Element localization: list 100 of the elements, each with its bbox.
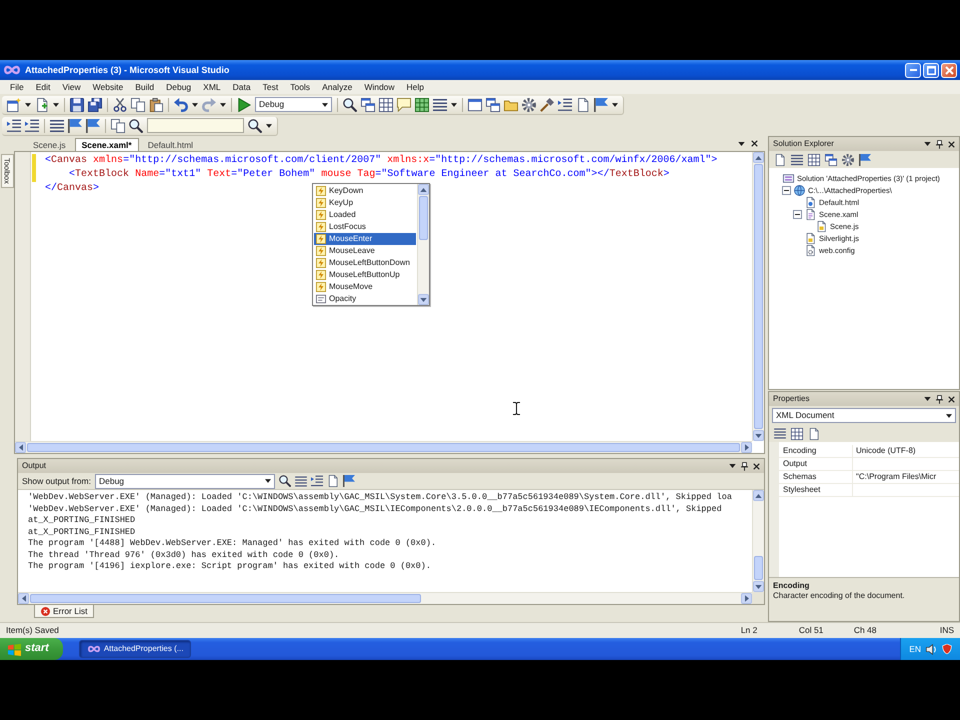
scroll-down-button[interactable] bbox=[418, 294, 429, 305]
indent-icon[interactable] bbox=[25, 118, 39, 132]
vertical-scrollbar[interactable] bbox=[752, 490, 764, 592]
page-icon[interactable] bbox=[808, 428, 820, 440]
scrollbar-thumb[interactable] bbox=[754, 556, 763, 580]
gear-icon[interactable] bbox=[522, 98, 536, 112]
floppy-disks-icon[interactable] bbox=[88, 98, 102, 112]
property-value[interactable]: "C:\Program Files\Micr bbox=[856, 472, 936, 481]
grid-icon[interactable] bbox=[791, 428, 803, 440]
scroll-up-button[interactable] bbox=[753, 152, 764, 163]
maximize-button[interactable] bbox=[923, 62, 939, 78]
pin-icon[interactable] bbox=[936, 394, 943, 404]
shield-icon[interactable] bbox=[942, 644, 952, 654]
menu-item[interactable]: Website bbox=[86, 82, 130, 92]
completion-item[interactable]: MouseEnter bbox=[314, 233, 416, 245]
list-icon[interactable] bbox=[774, 428, 786, 439]
pin-icon[interactable] bbox=[741, 462, 748, 470]
property-name[interactable]: Stylesheet bbox=[779, 484, 853, 496]
caret-icon[interactable] bbox=[738, 142, 745, 146]
property-name[interactable]: Encoding bbox=[779, 445, 853, 457]
bookmark-flag-icon[interactable] bbox=[594, 98, 608, 112]
menu-item[interactable]: File bbox=[4, 82, 30, 92]
editor-tab[interactable]: Scene.js bbox=[26, 138, 73, 151]
close-icon[interactable] bbox=[948, 396, 955, 402]
caret-icon[interactable] bbox=[612, 102, 618, 106]
caret-icon[interactable] bbox=[924, 397, 931, 401]
page-icon[interactable] bbox=[774, 154, 786, 166]
menu-item[interactable]: Window bbox=[358, 82, 401, 92]
undo-arrow-icon[interactable] bbox=[174, 98, 188, 112]
caret-icon[interactable] bbox=[25, 102, 31, 106]
menu-item[interactable]: View bbox=[56, 82, 87, 92]
scrollbar-thumb[interactable] bbox=[27, 443, 740, 452]
search-icon[interactable] bbox=[129, 118, 143, 132]
menu-item[interactable]: Help bbox=[400, 82, 430, 92]
copy-icon[interactable] bbox=[131, 98, 145, 112]
completion-item[interactable]: MouseLeave bbox=[314, 245, 416, 257]
minimize-button[interactable] bbox=[905, 62, 921, 78]
completion-item[interactable]: Loaded bbox=[314, 209, 416, 221]
bookmark-flag-icon[interactable] bbox=[342, 475, 355, 487]
editor-tab[interactable]: Default.html bbox=[140, 138, 200, 151]
caret-icon[interactable] bbox=[53, 102, 59, 106]
list-icon[interactable] bbox=[433, 98, 447, 112]
page-icon[interactable] bbox=[326, 475, 339, 487]
completion-item[interactable]: MouseLeftButtonDown bbox=[314, 257, 416, 269]
close-icon[interactable] bbox=[751, 140, 758, 147]
bookmark-flag-icon[interactable] bbox=[68, 118, 82, 132]
grid-icon[interactable] bbox=[379, 98, 393, 112]
speech-bubble-icon[interactable] bbox=[397, 98, 411, 112]
menu-item[interactable]: Data bbox=[226, 82, 257, 92]
caret-icon[interactable] bbox=[266, 124, 272, 128]
page-icon[interactable] bbox=[576, 98, 590, 112]
search-icon[interactable] bbox=[278, 475, 291, 487]
caret-icon[interactable] bbox=[729, 464, 736, 468]
scroll-left-button[interactable] bbox=[15, 442, 26, 453]
scroll-right-button[interactable] bbox=[741, 442, 752, 453]
menu-item[interactable]: Debug bbox=[160, 82, 198, 92]
scroll-down-button[interactable] bbox=[753, 430, 764, 441]
menu-item[interactable]: Analyze bbox=[316, 82, 358, 92]
vertical-scrollbar[interactable] bbox=[417, 184, 429, 305]
completion-item[interactable]: MouseLeftButtonUp bbox=[314, 269, 416, 281]
horizontal-scrollbar[interactable] bbox=[18, 592, 752, 604]
taskbar-button[interactable]: AttachedProperties (... bbox=[78, 640, 191, 658]
completion-item[interactable]: Opacity bbox=[314, 293, 416, 305]
grid-icon[interactable] bbox=[808, 154, 820, 166]
completion-item[interactable]: MouseMove bbox=[314, 281, 416, 293]
scrollbar-thumb[interactable] bbox=[419, 196, 428, 240]
pin-icon[interactable] bbox=[936, 140, 943, 148]
indent-icon[interactable] bbox=[310, 475, 323, 487]
windows-icon[interactable] bbox=[825, 154, 837, 166]
scrollbar-thumb[interactable] bbox=[30, 594, 420, 603]
window-icon[interactable] bbox=[468, 98, 482, 112]
collapse-icon[interactable] bbox=[782, 186, 791, 194]
indent-icon[interactable] bbox=[558, 98, 572, 112]
output-source-dropdown[interactable]: Debug bbox=[94, 474, 275, 488]
completion-item[interactable]: LostFocus bbox=[314, 221, 416, 233]
scissors-icon[interactable] bbox=[113, 98, 127, 112]
gear-icon[interactable] bbox=[842, 154, 854, 166]
menu-item[interactable]: Tools bbox=[284, 82, 316, 92]
object-dropdown[interactable]: XML Document bbox=[772, 408, 956, 423]
clipboard-icon[interactable] bbox=[149, 98, 163, 112]
search-icon[interactable] bbox=[248, 118, 262, 132]
search-icon[interactable] bbox=[343, 98, 357, 112]
list-icon[interactable] bbox=[294, 476, 307, 486]
menu-item[interactable]: Test bbox=[256, 82, 284, 92]
close-icon[interactable] bbox=[753, 462, 760, 470]
play-icon[interactable] bbox=[237, 98, 251, 112]
hammer-icon[interactable] bbox=[540, 98, 554, 112]
vertical-scrollbar[interactable] bbox=[752, 152, 764, 441]
caret-icon[interactable] bbox=[924, 142, 931, 146]
indent-icon[interactable] bbox=[7, 118, 21, 132]
scroll-up-button[interactable] bbox=[753, 490, 764, 501]
scroll-left-button[interactable] bbox=[18, 593, 29, 604]
editor-tab[interactable]: Scene.xaml* bbox=[74, 138, 139, 151]
horizontal-scrollbar[interactable] bbox=[15, 441, 752, 453]
list-icon[interactable] bbox=[791, 154, 803, 166]
windows-icon[interactable] bbox=[486, 98, 500, 112]
scroll-right-button[interactable] bbox=[741, 593, 752, 604]
copy-icon[interactable] bbox=[111, 118, 125, 132]
input-field[interactable] bbox=[147, 118, 244, 133]
page-plus-icon[interactable] bbox=[35, 98, 49, 112]
